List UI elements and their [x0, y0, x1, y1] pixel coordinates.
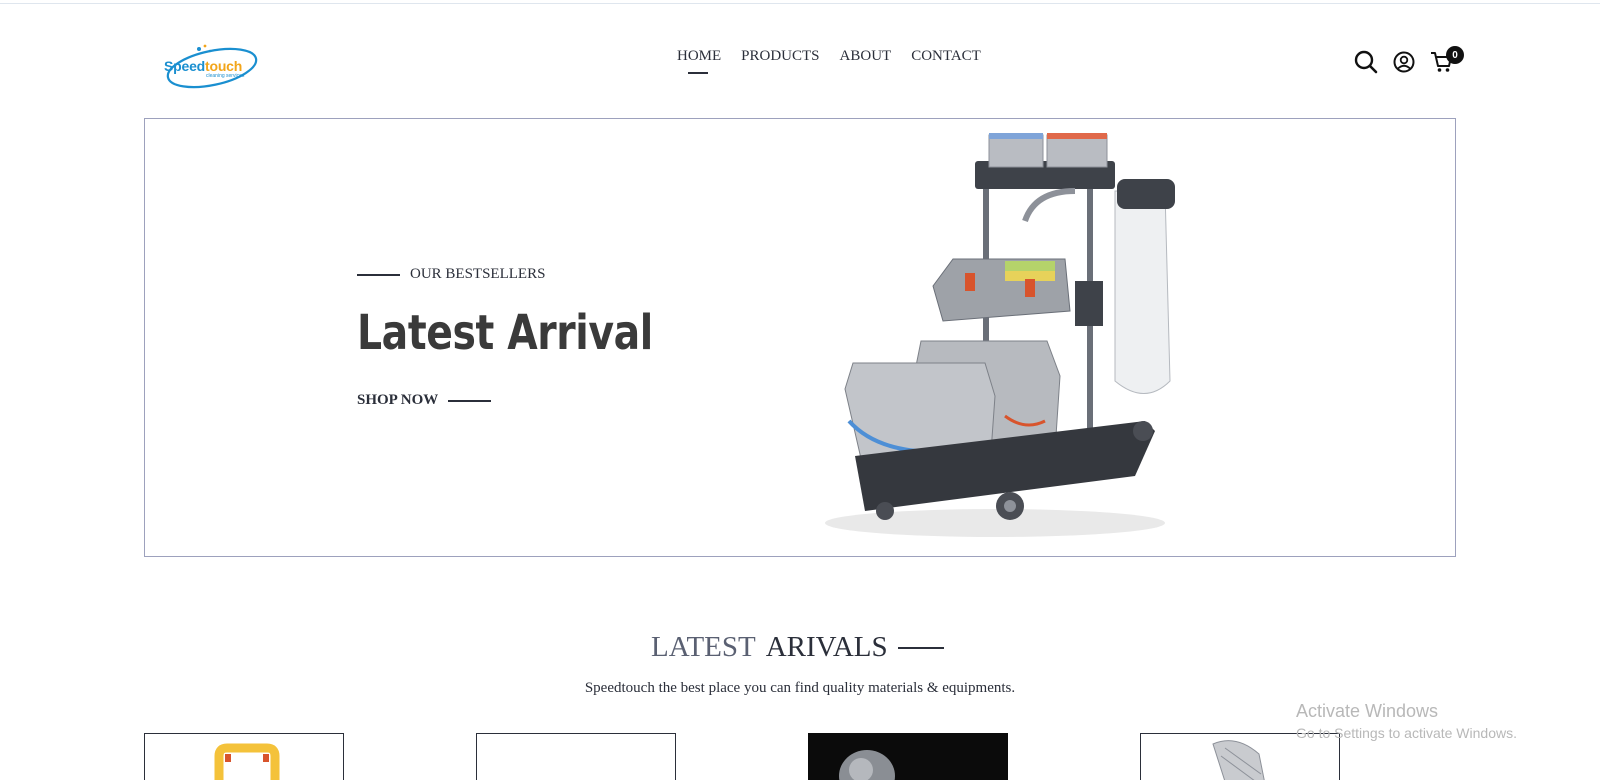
latest-arrivals-subtitle: Speedtouch the best place you can find q… — [584, 680, 1016, 696]
search-icon[interactable] — [1354, 50, 1378, 74]
shop-now-link[interactable]: SHOP NOW — [357, 392, 492, 409]
nav-products[interactable]: PRODUCTS — [741, 48, 819, 65]
windows-activation-watermark: Activate Windows Go to Settings to activ… — [1296, 701, 1517, 741]
eyebrow-line — [357, 273, 400, 276]
logo-wordmark: Speedtouch — [164, 58, 243, 74]
product-card[interactable] — [476, 733, 676, 780]
heading-word-latest: LATEST — [651, 631, 756, 663]
heading-word-arrivals: ARIVALS — [765, 631, 888, 663]
hero-eyebrow-text: OUR BESTSELLERS — [410, 266, 546, 282]
site-logo[interactable]: Speedtouch cleaning services — [162, 42, 262, 92]
cleaning-trolley-image — [825, 133, 1175, 537]
product-card[interactable] — [808, 733, 1008, 780]
nav-home[interactable]: HOME — [677, 48, 721, 74]
cart-icon[interactable]: 0 — [1430, 46, 1464, 74]
latest-arrivals-heading: LATEST ARIVALS — [651, 631, 944, 664]
hero-banner: OUR BESTSELLERS Latest Arrival SHOP NOW — [144, 118, 1456, 557]
watermark-line-2: Go to Settings to activate Windows. — [1296, 725, 1517, 741]
user-icon[interactable] — [1392, 50, 1416, 74]
product-card[interactable] — [144, 733, 344, 780]
cart-count-badge: 0 — [1446, 46, 1464, 64]
top-strip — [0, 0, 1600, 4]
hero-title: Latest Arrival — [357, 305, 653, 361]
nav-about[interactable]: ABOUT — [840, 48, 892, 65]
logo-tagline: cleaning services — [206, 73, 245, 79]
main-nav: HOME PRODUCTS ABOUT CONTACT — [677, 48, 981, 74]
shop-now-line — [448, 399, 492, 402]
nav-contact[interactable]: CONTACT — [911, 48, 981, 65]
watermark-line-1: Activate Windows — [1296, 701, 1439, 721]
hero-eyebrow: OUR BESTSELLERS — [357, 266, 545, 283]
product-image — [839, 750, 895, 780]
product-image — [214, 743, 280, 780]
header-icons: 0 — [1354, 46, 1464, 74]
shop-now-label: SHOP NOW — [357, 392, 439, 408]
heading-line — [897, 646, 944, 649]
